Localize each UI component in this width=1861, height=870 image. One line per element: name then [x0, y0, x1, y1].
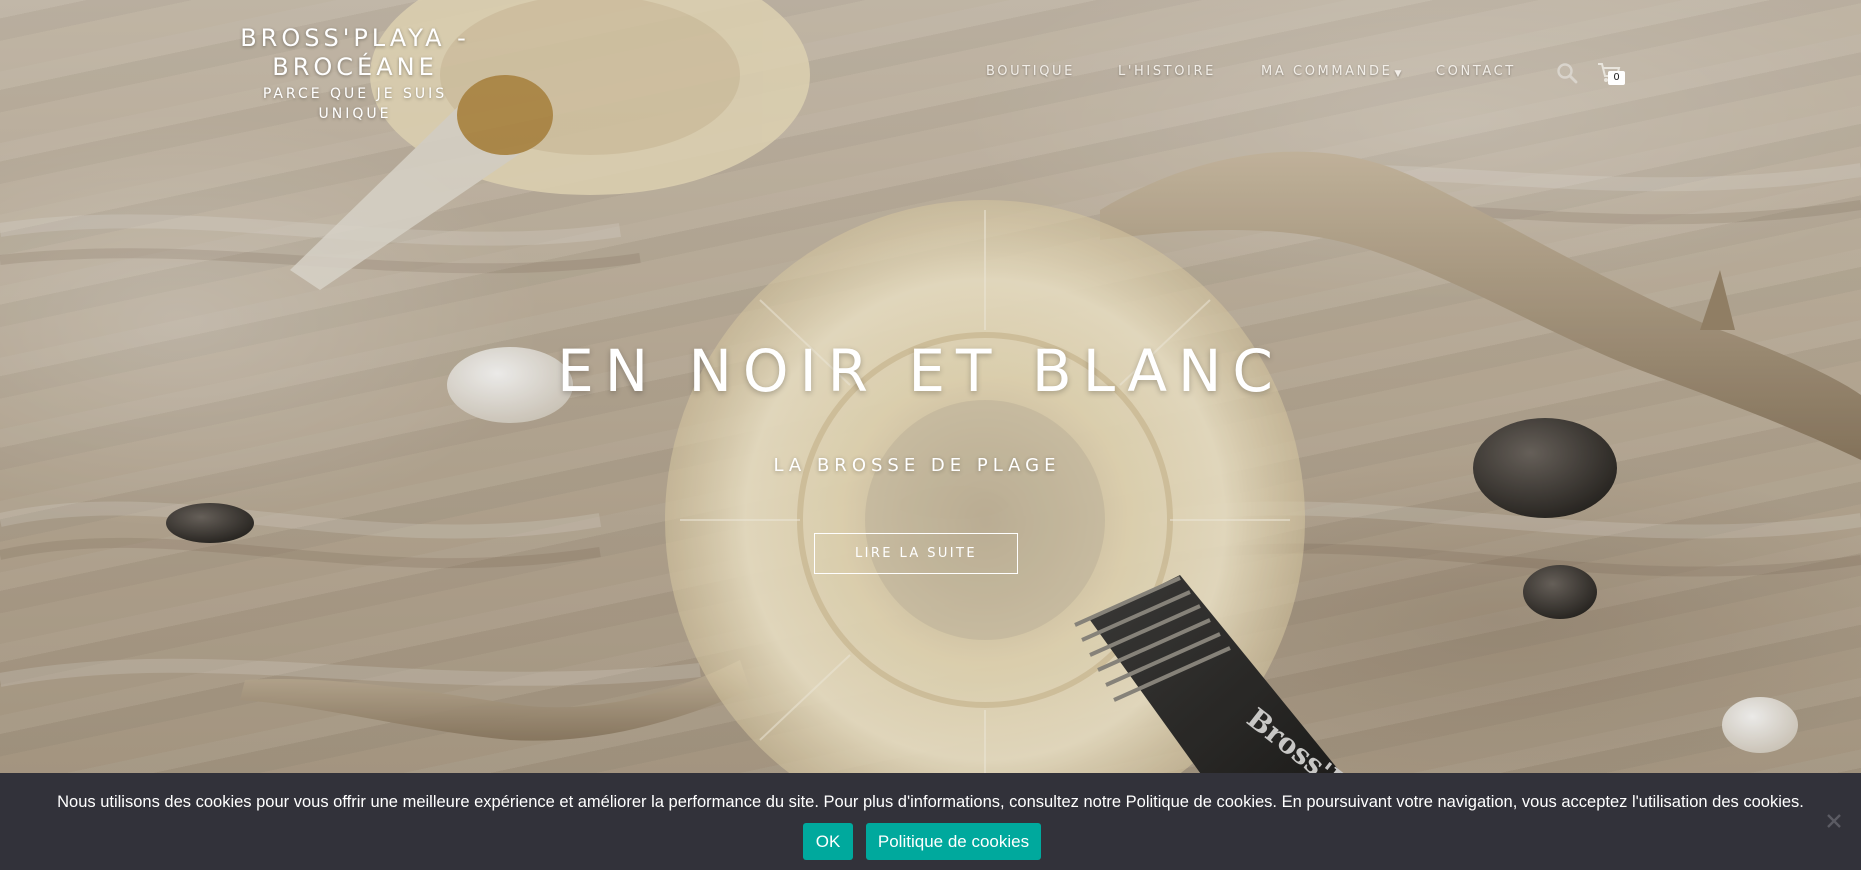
- nav-item-contact[interactable]: CONTACT: [1436, 64, 1516, 79]
- nav-item-histoire[interactable]: L'HISTOIRE: [1118, 64, 1216, 79]
- site-title-link[interactable]: BROSS'PLAYA - BROCÉANE: [220, 24, 490, 82]
- close-icon[interactable]: [1825, 812, 1843, 830]
- hero-title: EN NOIR ET BLANC: [557, 337, 1284, 405]
- cookie-policy-button[interactable]: Politique de cookies: [866, 823, 1041, 860]
- site-title-line: BROSS'PLAYA -: [240, 24, 470, 52]
- cookie-ok-button[interactable]: OK: [803, 823, 853, 860]
- read-more-button[interactable]: LIRE LA SUITE: [814, 533, 1018, 574]
- tagline-line: PARCE QUE JE SUIS: [262, 86, 448, 102]
- site-branding: BROSS'PLAYA - BROCÉANE PARCE QUE JE SUIS…: [220, 24, 490, 124]
- site-title-line: BROCÉANE: [272, 53, 438, 81]
- hero-background: Bross'P: [0, 0, 1861, 870]
- cart-count-badge: 0: [1608, 71, 1625, 85]
- hero-subtitle: LA BROSSE DE PLAGE: [773, 455, 1061, 476]
- site-tagline: PARCE QUE JE SUIS UNIQUE: [220, 84, 490, 124]
- hero-overlay: [0, 0, 1861, 870]
- nav-item-boutique[interactable]: BOUTIQUE: [986, 64, 1075, 79]
- search-icon[interactable]: [1556, 62, 1578, 84]
- tagline-line: UNIQUE: [318, 106, 392, 122]
- nav-item-ma-commande[interactable]: MA COMMANDE ▼: [1261, 64, 1401, 79]
- cookie-consent-bar: Nous utilisons des cookies pour vous off…: [0, 773, 1861, 870]
- nav-item-label: MA COMMANDE: [1261, 64, 1393, 79]
- caret-down-icon: ▼: [1394, 69, 1402, 79]
- cookie-message: Nous utilisons des cookies pour vous off…: [57, 793, 1804, 811]
